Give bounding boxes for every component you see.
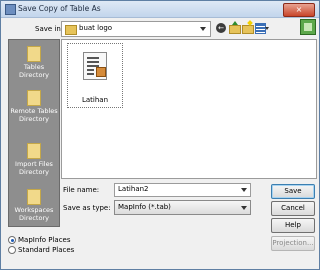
standard-places-radio[interactable]: Standard Places bbox=[8, 246, 98, 254]
up-arrow-icon bbox=[232, 21, 238, 25]
places-bar: Tables Directory Remote Tables Directory… bbox=[8, 39, 60, 227]
save-as-type-label: Save as type: bbox=[63, 204, 111, 212]
radio-label: MapInfo Places bbox=[18, 236, 71, 244]
radio-unselected-icon bbox=[8, 246, 16, 254]
chevron-down-icon bbox=[200, 27, 206, 31]
back-arrow-icon: ← bbox=[216, 23, 226, 33]
file-list[interactable]: Latihan bbox=[61, 39, 317, 179]
save-in-dropdown[interactable]: buat logo bbox=[61, 21, 211, 37]
window-title: Save Copy of Table As bbox=[18, 4, 101, 13]
save-button[interactable]: Save bbox=[271, 184, 315, 199]
place-workspaces-directory[interactable]: Workspaces Directory bbox=[9, 189, 59, 222]
folder-icon bbox=[65, 25, 77, 35]
app-icon bbox=[5, 4, 16, 15]
new-folder-button[interactable] bbox=[241, 20, 254, 34]
folder-icon bbox=[27, 90, 41, 106]
file-name-value: Latihan2 bbox=[118, 185, 149, 193]
chevron-down-icon bbox=[241, 188, 247, 192]
title-bar[interactable]: Save Copy of Table As × bbox=[1, 1, 319, 18]
place-remote-tables-directory[interactable]: Remote Tables Directory bbox=[9, 90, 59, 123]
place-import-files-directory[interactable]: Import Files Directory bbox=[9, 143, 59, 176]
file-name-label: File name: bbox=[63, 186, 100, 194]
save-as-type-value: MapInfo (*.tab) bbox=[118, 203, 171, 211]
folder-icon bbox=[27, 189, 41, 205]
file-item[interactable]: Latihan bbox=[67, 43, 123, 108]
close-icon: × bbox=[295, 5, 303, 14]
file-name-label: Latihan bbox=[81, 96, 109, 104]
mapinfo-places-radio[interactable]: MapInfo Places bbox=[8, 236, 98, 244]
close-button[interactable]: × bbox=[283, 3, 315, 17]
mapinfo-places-button[interactable] bbox=[300, 19, 316, 35]
file-name-input[interactable]: Latihan2 bbox=[114, 183, 251, 197]
save-in-label: Save in: bbox=[35, 25, 64, 33]
place-tables-directory[interactable]: Tables Directory bbox=[9, 46, 59, 79]
folder-up-icon bbox=[229, 25, 241, 34]
mapinfo-table-icon bbox=[83, 52, 107, 80]
help-button[interactable]: Help bbox=[271, 218, 315, 233]
projection-button[interactable]: Projection... bbox=[271, 236, 315, 251]
up-one-level-button[interactable] bbox=[228, 21, 241, 34]
save-in-value: buat logo bbox=[79, 24, 113, 32]
place-label: Workspaces Directory bbox=[14, 206, 54, 222]
cancel-button[interactable]: Cancel bbox=[271, 201, 315, 216]
save-copy-dialog: Save Copy of Table As × Save in: buat lo… bbox=[0, 0, 320, 270]
place-label: Tables Directory bbox=[19, 63, 49, 79]
place-label: Remote Tables Directory bbox=[10, 107, 58, 123]
save-as-type-dropdown[interactable]: MapInfo (*.tab) bbox=[114, 200, 251, 215]
radio-label: Standard Places bbox=[18, 246, 75, 254]
folder-icon bbox=[27, 143, 41, 159]
folder-icon bbox=[27, 46, 41, 62]
radio-selected-icon bbox=[8, 236, 16, 244]
back-button[interactable]: ← bbox=[215, 21, 227, 34]
map-icon bbox=[304, 23, 312, 31]
view-menu-button[interactable] bbox=[254, 21, 270, 34]
chevron-down-icon bbox=[265, 27, 269, 30]
new-folder-icon bbox=[242, 25, 254, 34]
place-label: Import Files Directory bbox=[15, 160, 53, 176]
chevron-down-icon bbox=[241, 206, 247, 210]
